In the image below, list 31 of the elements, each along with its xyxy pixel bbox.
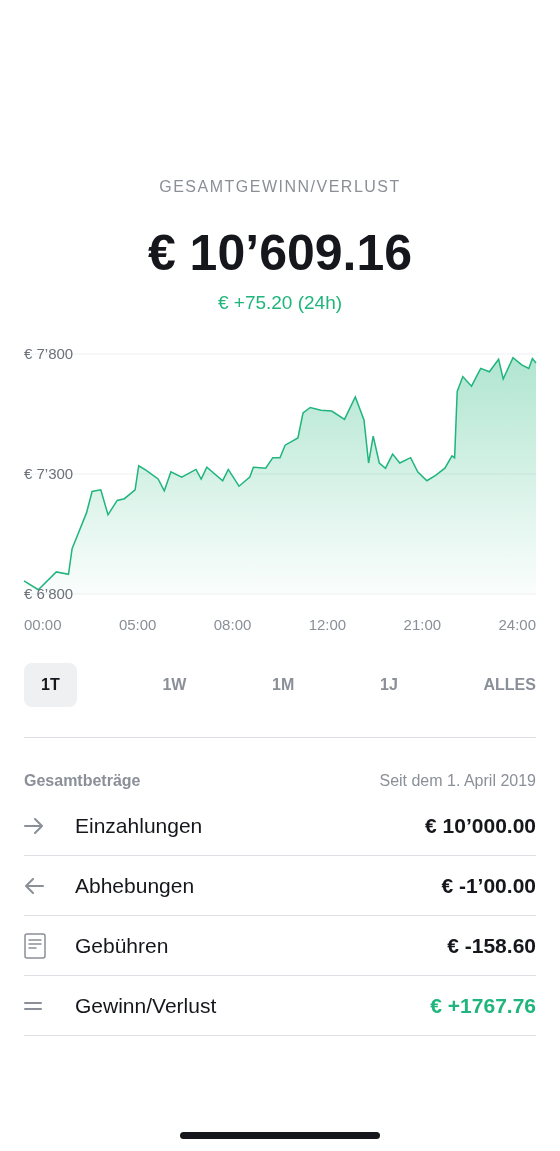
- x-tick-label: 05:00: [118, 616, 157, 633]
- arrow-right-icon: [24, 817, 44, 834]
- x-tick-label: 21:00: [403, 616, 442, 633]
- section-heading: Gesamtbeträge: [24, 772, 141, 790]
- range-tab[interactable]: 1M: [272, 663, 295, 707]
- y-tick-label: € 7’800: [24, 345, 74, 362]
- since-date: Seit dem 1. April 2019: [379, 772, 536, 790]
- equals-icon: [24, 1000, 42, 1011]
- change-text: € +75.20 (24h): [216, 292, 344, 314]
- row-value: € -158.60: [447, 933, 536, 958]
- range-tab[interactable]: ALLES: [483, 663, 536, 707]
- document-icon: [24, 932, 46, 959]
- y-tick-label: € 6’800: [24, 585, 74, 602]
- range-tab[interactable]: 1J: [380, 663, 398, 707]
- row-label: Gewinn/Verlust: [75, 993, 218, 1018]
- x-tick-label: 08:00: [213, 616, 252, 633]
- row-value: € 10’000.00: [425, 813, 536, 838]
- x-tick-label: 12:00: [308, 616, 347, 633]
- row-label: Einzahlungen: [75, 813, 204, 838]
- row-value: € -1’00.00: [441, 873, 536, 898]
- section-title: GESAMTGEWINN/VERLUST: [158, 178, 402, 196]
- total-amount: € 10’609.16: [146, 224, 414, 282]
- row-value: € +1767.76: [430, 993, 536, 1018]
- row-label: Gebühren: [75, 933, 170, 958]
- range-tab[interactable]: 1T: [24, 663, 77, 707]
- y-tick-label: € 7’300: [24, 465, 74, 482]
- row-label: Abhebungen: [75, 873, 196, 898]
- x-tick-label: 00:00: [24, 616, 62, 633]
- x-tick-label: 24:00: [498, 616, 536, 633]
- range-tab[interactable]: 1W: [162, 663, 187, 707]
- arrow-left-icon: [24, 877, 44, 894]
